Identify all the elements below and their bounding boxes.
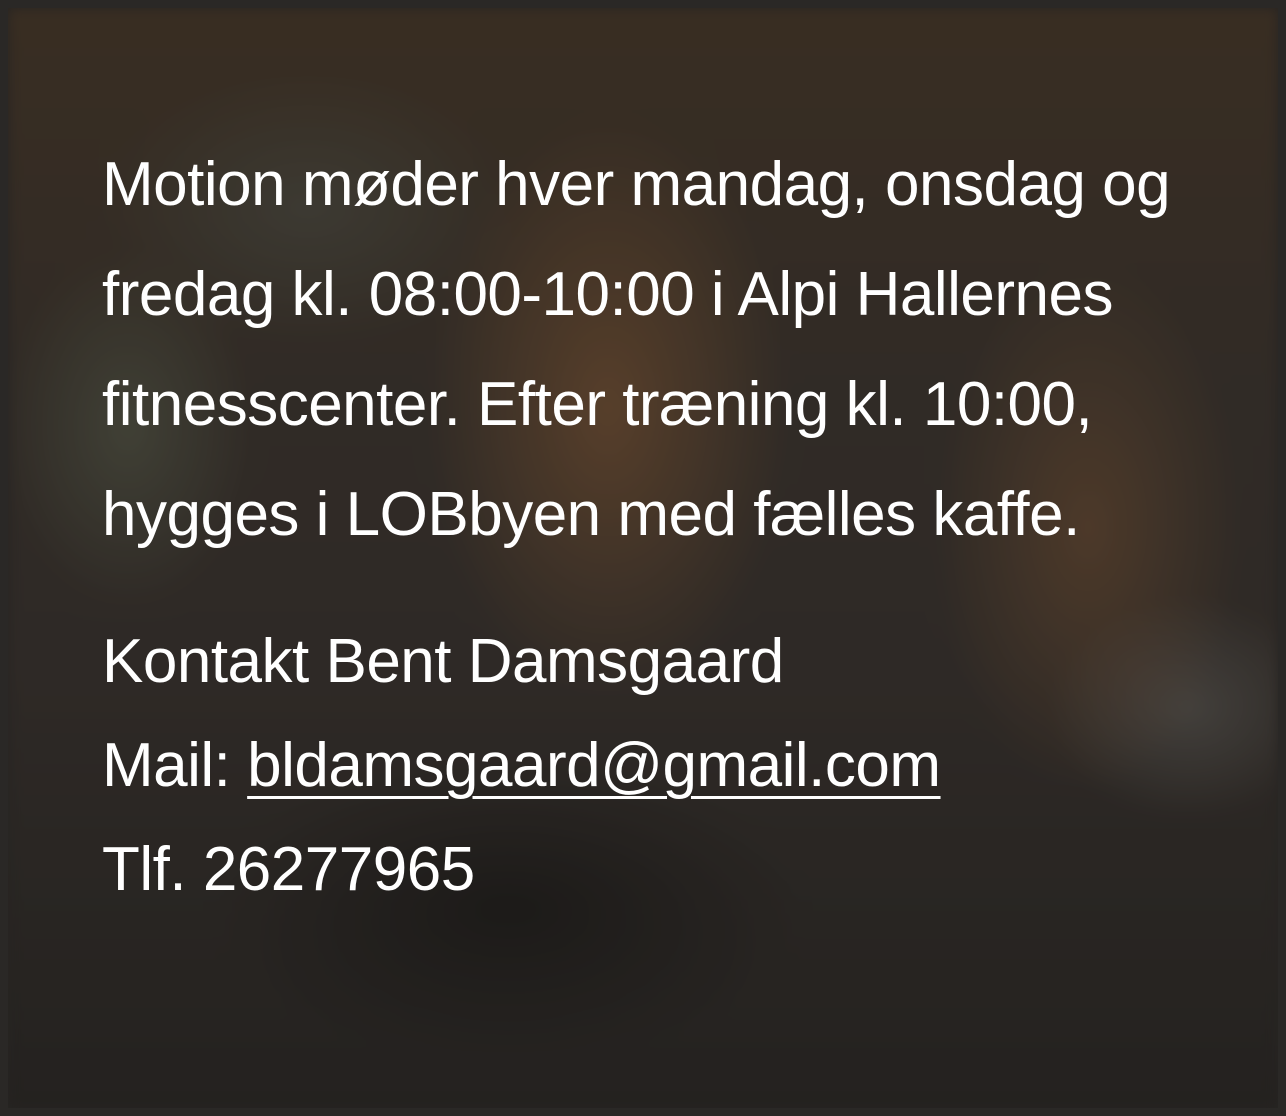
email-link[interactable]: bldamsgaard@gmail.com [247,731,941,800]
description-text: Motion møder hver mandag, onsdag og fred… [102,150,1171,549]
contact-block: Kontakt Bent Damsgaard Mail: bldamsgaard… [102,610,1222,922]
contact-phone: Tlf. 26277965 [102,835,475,904]
info-card: Motion møder hver mandag, onsdag og fred… [0,0,1286,1116]
card-content: Motion møder hver mandag, onsdag og fred… [102,130,1222,922]
mail-label: Mail: [102,731,248,800]
contact-mail: Mail: bldamsgaard@gmail.com [102,714,1222,818]
contact-name: Kontakt Bent Damsgaard [102,627,784,696]
